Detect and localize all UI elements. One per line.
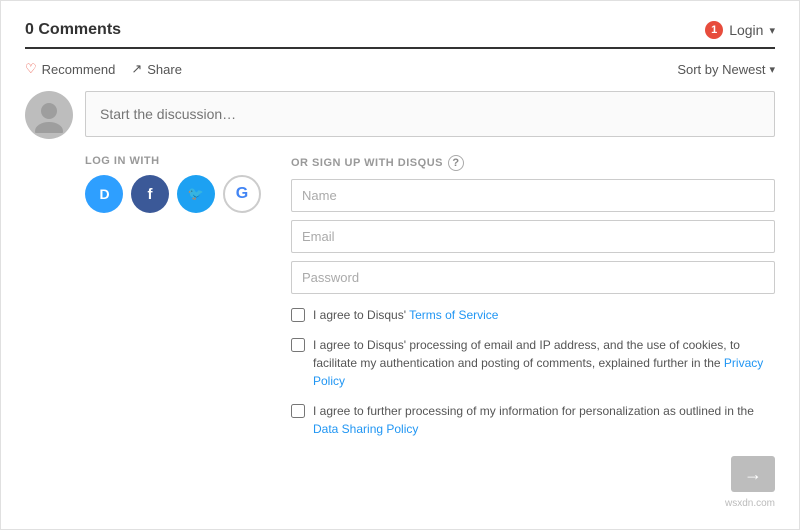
login-area[interactable]: 1 Login ▾ bbox=[705, 21, 775, 39]
recommend-label: Recommend bbox=[42, 62, 116, 77]
login-section: LOG IN WITH D f 🐦 G bbox=[85, 155, 261, 492]
submit-row: → bbox=[291, 456, 775, 492]
submit-button[interactable]: → bbox=[731, 456, 775, 492]
share-icon: ↗ bbox=[131, 61, 142, 77]
password-input[interactable] bbox=[291, 261, 775, 294]
google-icon: G bbox=[236, 185, 248, 203]
tos-checkbox[interactable] bbox=[291, 308, 305, 322]
twitter-icon: 🐦 bbox=[188, 186, 204, 202]
privacy-text: I agree to Disqus' processing of email a… bbox=[313, 336, 775, 390]
auth-area: LOG IN WITH D f 🐦 G bbox=[85, 155, 775, 492]
discussion-input[interactable] bbox=[85, 91, 775, 137]
notification-badge: 1 bbox=[705, 21, 723, 39]
signup-form: I agree to Disqus' Terms of Service I ag… bbox=[291, 179, 775, 492]
tos-link[interactable]: Terms of Service bbox=[409, 308, 498, 322]
heart-icon: ♡ bbox=[25, 61, 37, 77]
tos-text: I agree to Disqus' Terms of Service bbox=[313, 306, 498, 324]
personalization-checkbox-row: I agree to further processing of my info… bbox=[291, 402, 775, 438]
sort-label: Sort by Newest bbox=[677, 62, 765, 77]
personalization-checkbox[interactable] bbox=[291, 404, 305, 418]
share-label: Share bbox=[147, 62, 182, 77]
privacy-checkbox-row: I agree to Disqus' processing of email a… bbox=[291, 336, 775, 390]
social-icons: D f 🐦 G bbox=[85, 175, 261, 213]
disqus-icon: D bbox=[99, 186, 108, 202]
personalization-text: I agree to further processing of my info… bbox=[313, 402, 775, 438]
signup-label: OR SIGN UP WITH DISQUS ? bbox=[291, 155, 775, 171]
personalization-link[interactable]: Data Sharing Policy bbox=[313, 422, 418, 436]
signup-label-text: OR SIGN UP WITH DISQUS bbox=[291, 157, 443, 169]
chevron-down-icon: ▾ bbox=[769, 24, 775, 37]
google-login-button[interactable]: G bbox=[223, 175, 261, 213]
comments-label: Comments bbox=[38, 21, 121, 38]
header-row: 0 Comments 1 Login ▾ bbox=[25, 21, 775, 49]
login-section-label: LOG IN WITH bbox=[85, 155, 261, 167]
facebook-icon: f bbox=[148, 186, 153, 203]
share-button[interactable]: ↗ Share bbox=[131, 61, 182, 77]
sort-chevron-icon: ▾ bbox=[769, 63, 775, 76]
name-input[interactable] bbox=[291, 179, 775, 212]
disqus-login-button[interactable]: D bbox=[85, 175, 123, 213]
user-avatar bbox=[25, 91, 73, 139]
privacy-checkbox[interactable] bbox=[291, 338, 305, 352]
comments-count: 0 bbox=[25, 21, 34, 38]
actions-row: ♡ Recommend ↗ Share Sort by Newest ▾ bbox=[25, 61, 775, 77]
watermark: wsxdn.com bbox=[25, 498, 775, 509]
comments-title: 0 Comments bbox=[25, 21, 121, 39]
login-label: Login bbox=[729, 22, 763, 38]
help-icon[interactable]: ? bbox=[448, 155, 464, 171]
left-actions: ♡ Recommend ↗ Share bbox=[25, 61, 182, 77]
facebook-login-button[interactable]: f bbox=[131, 175, 169, 213]
tos-checkbox-row: I agree to Disqus' Terms of Service bbox=[291, 306, 775, 324]
disqus-widget: 0 Comments 1 Login ▾ ♡ Recommend ↗ Share… bbox=[0, 0, 800, 530]
arrow-right-icon: → bbox=[744, 464, 762, 485]
twitter-login-button[interactable]: 🐦 bbox=[177, 175, 215, 213]
comment-input-row bbox=[25, 91, 775, 139]
signup-section: OR SIGN UP WITH DISQUS ? I agree to Disq… bbox=[291, 155, 775, 492]
recommend-button[interactable]: ♡ Recommend bbox=[25, 61, 115, 77]
email-input[interactable] bbox=[291, 220, 775, 253]
sort-dropdown[interactable]: Sort by Newest ▾ bbox=[677, 62, 775, 77]
